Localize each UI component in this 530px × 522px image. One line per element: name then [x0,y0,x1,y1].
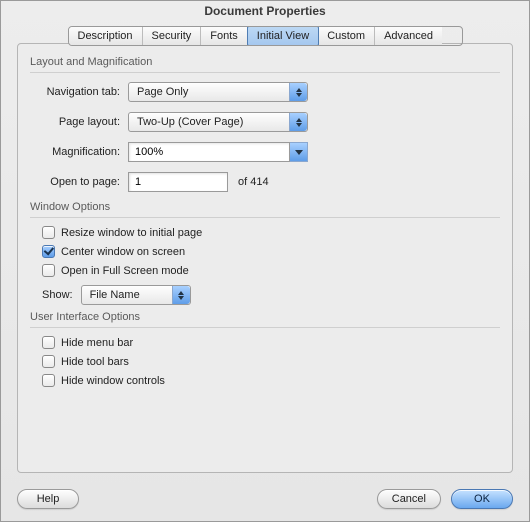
chevron-down-icon [290,142,308,162]
open-to-page-label: Open to page: [30,176,128,188]
cancel-button[interactable]: Cancel [377,489,441,509]
magnification-label: Magnification: [30,146,128,158]
tab-advanced[interactable]: Advanced [375,27,442,45]
hide-window-controls-checkbox[interactable] [42,374,55,387]
center-window-checkbox[interactable] [42,245,55,258]
fullscreen-checkbox[interactable] [42,264,55,277]
tab-custom[interactable]: Custom [318,27,375,45]
updown-icon [289,83,307,101]
updown-icon [289,113,307,131]
window-options-header: Window Options [30,201,500,218]
hide-toolbars-label: Hide tool bars [61,356,129,368]
tab-description[interactable]: Description [69,27,143,45]
ok-button[interactable]: OK [451,489,513,509]
updown-icon [172,286,190,304]
resize-window-checkbox[interactable] [42,226,55,239]
initial-view-panel: Layout and Magnification Navigation tab:… [17,43,513,473]
resize-window-label: Resize window to initial page [61,227,202,239]
navigation-tab-value: Page Only [137,86,188,98]
hide-toolbars-checkbox[interactable] [42,355,55,368]
tab-security[interactable]: Security [143,27,202,45]
hide-window-controls-label: Hide window controls [61,375,165,387]
show-select[interactable]: File Name [81,285,191,305]
show-value: File Name [90,289,140,301]
page-layout-value: Two-Up (Cover Page) [137,116,243,128]
open-to-page-input[interactable] [128,172,228,192]
help-button[interactable]: Help [17,489,79,509]
page-layout-select[interactable]: Two-Up (Cover Page) [128,112,308,132]
layout-group-header: Layout and Magnification [30,56,500,73]
page-count-label: of 414 [238,176,269,188]
tab-initial-view[interactable]: Initial View [247,26,319,46]
window-title: Document Properties [1,1,529,26]
hide-menubar-checkbox[interactable] [42,336,55,349]
navigation-tab-select[interactable]: Page Only [128,82,308,102]
tab-fonts[interactable]: Fonts [201,27,248,45]
page-layout-label: Page layout: [30,116,128,128]
center-window-label: Center window on screen [61,246,185,258]
hide-menubar-label: Hide menu bar [61,337,133,349]
magnification-combo[interactable] [128,142,308,162]
tabs-strip: Description Security Fonts Initial View … [68,26,463,46]
fullscreen-label: Open in Full Screen mode [61,265,189,277]
dialog-footer: Help Cancel OK [17,489,513,509]
document-properties-window: Document Properties Description Security… [0,0,530,522]
magnification-input[interactable] [128,142,290,162]
ui-options-header: User Interface Options [30,311,500,328]
show-label: Show: [42,289,73,301]
navigation-tab-label: Navigation tab: [30,86,128,98]
